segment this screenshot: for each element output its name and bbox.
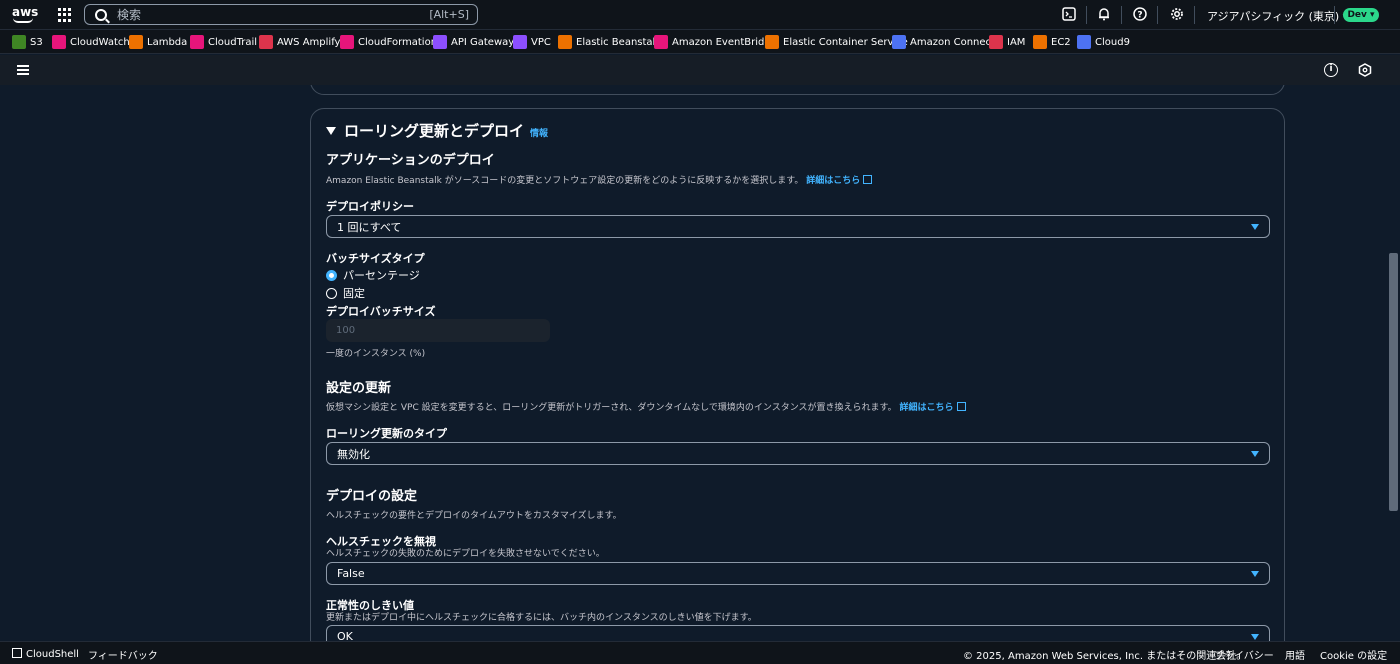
external-link-icon: [863, 175, 873, 184]
fav-cloudtrail[interactable]: CloudTrail: [190, 34, 257, 50]
fav-cloud9[interactable]: Cloud9: [1077, 34, 1130, 50]
config-update-description: 仮想マシン設定と VPC 設定を変更すると、ローリング更新がトリガーされ、ダウン…: [326, 400, 966, 413]
svg-text:?: ?: [1137, 11, 1142, 21]
fav-ec2[interactable]: EC2: [1033, 34, 1071, 50]
health-threshold-select[interactable]: OK: [326, 625, 1270, 641]
menu-hamburger-icon[interactable]: [17, 65, 29, 75]
s3-icon: [12, 35, 26, 49]
search-shortcut: [Alt+S]: [429, 8, 469, 21]
chevron-down-icon: [1251, 634, 1259, 640]
rolling-update-type-select[interactable]: 無効化: [326, 442, 1270, 465]
chevron-down-icon: [1251, 451, 1259, 457]
batch-size-type-label: バッチサイズタイプ: [326, 252, 425, 265]
cloudshell-icon: [12, 648, 22, 658]
fav-s3[interactable]: S3: [12, 34, 43, 50]
footer-cloudshell[interactable]: CloudShell: [12, 647, 79, 660]
cloudwatch-icon: [52, 35, 66, 49]
fav-elastic-beanstalk[interactable]: Elastic Beanstalk: [558, 34, 661, 50]
fav-vpc[interactable]: VPC: [513, 34, 551, 50]
top-navigation: aws 検索 [Alt+S] ? アジアパシフィック (東京) ▾ Dev ▾: [0, 0, 1400, 30]
app-deploy-learn-more-link[interactable]: 詳細はこちら: [806, 176, 860, 186]
connect-icon: [892, 35, 906, 49]
vpc-icon: [513, 35, 527, 49]
fav-iam[interactable]: IAM: [989, 34, 1025, 50]
ignore-health-check-description: ヘルスチェックの失敗のためにデプロイを失敗させないでください。: [326, 549, 605, 559]
hexagon-settings-icon[interactable]: [1358, 63, 1372, 77]
cloudformation-icon: [340, 35, 354, 49]
deploy-policy-label: デプロイポリシー: [326, 200, 414, 213]
deploy-batch-size-label: デプロイバッチサイズ: [326, 305, 436, 318]
account-badge[interactable]: Dev ▾: [1343, 8, 1379, 22]
settings-gear-icon[interactable]: [1169, 7, 1185, 23]
deploy-batch-size-input: 100: [326, 319, 550, 342]
lambda-icon: [129, 35, 143, 49]
fav-lambda[interactable]: Lambda: [129, 34, 187, 50]
deploy-settings-heading: デプロイの設定: [326, 489, 418, 504]
radio-fixed[interactable]: 固定: [326, 285, 365, 301]
footer-cookie-settings[interactable]: Cookie の設定: [1320, 647, 1387, 662]
beanstalk-icon: [558, 35, 572, 49]
footer-feedback[interactable]: フィードバック: [88, 647, 158, 662]
info-panel-icon[interactable]: i: [1324, 63, 1338, 77]
search-placeholder: 検索: [117, 8, 142, 22]
bell-icon[interactable]: [1096, 7, 1112, 23]
deploy-settings-description: ヘルスチェックの要件とデプロイのタイムアウトをカスタマイズします。: [326, 511, 622, 521]
ec2-icon: [1033, 35, 1047, 49]
health-threshold-description: 更新またはデプロイ中にヘルスチェックに合格するには、バッチ内のインスタンスのしき…: [326, 613, 757, 623]
cloudtrail-icon: [190, 35, 204, 49]
scrollbar-thumb[interactable]: [1389, 253, 1398, 511]
aws-logo-text: aws: [12, 5, 39, 19]
search-icon: [95, 8, 107, 21]
deploy-policy-select[interactable]: 1 回にすべて: [326, 215, 1270, 238]
config-update-learn-more-link[interactable]: 詳細はこちら: [900, 403, 954, 413]
search-input[interactable]: 検索 [Alt+S]: [84, 4, 478, 25]
ecs-icon: [765, 35, 779, 49]
page-scrollbar[interactable]: [1387, 85, 1400, 641]
region-selector[interactable]: アジアパシフィック (東京) ▾: [1207, 8, 1348, 24]
info-link[interactable]: 情報: [530, 126, 548, 139]
chevron-down-icon: [1251, 571, 1259, 577]
batch-size-hint: 一度のインスタンス (%): [326, 349, 426, 359]
previous-section-card: [310, 85, 1285, 95]
section-header[interactable]: ローリング更新とデプロイ 情報: [326, 120, 548, 141]
footer-terms[interactable]: 用語: [1285, 647, 1305, 662]
fav-ecs[interactable]: Elastic Container Service: [765, 34, 908, 50]
services-grid-icon[interactable]: [58, 8, 72, 22]
ignore-health-check-select[interactable]: False: [326, 562, 1270, 585]
collapse-triangle-icon: [326, 126, 336, 135]
cloudshell-icon[interactable]: [1061, 7, 1077, 23]
iam-icon: [989, 35, 1003, 49]
external-link-icon: [956, 402, 966, 411]
amplify-icon: [259, 35, 273, 49]
footer-copyright: © 2025, Amazon Web Services, Inc. またはその関…: [963, 651, 1247, 662]
page-toolbar: i: [0, 55, 1400, 85]
fav-amplify[interactable]: AWS Amplify: [259, 34, 340, 50]
help-icon[interactable]: ?: [1132, 7, 1148, 23]
footer: CloudShell フィードバック © 2025, Amazon Web Se…: [0, 641, 1400, 664]
fav-cloudwatch[interactable]: CloudWatch: [52, 34, 130, 50]
app-deploy-description: Amazon Elastic Beanstalk がソースコードの変更とソフトウ…: [326, 173, 873, 186]
footer-privacy[interactable]: プライバシー: [1214, 647, 1274, 662]
fav-amazon-connect[interactable]: Amazon Connect: [892, 34, 995, 50]
chevron-down-icon: [1251, 224, 1259, 230]
fav-api-gateway[interactable]: API Gateway: [433, 34, 514, 50]
api-gateway-icon: [433, 35, 447, 49]
eventbridge-icon: [654, 35, 668, 49]
fav-cloudformation[interactable]: CloudFormation: [340, 34, 437, 50]
app-deploy-heading: アプリケーションのデプロイ: [326, 153, 495, 168]
main-content: ローリング更新とデプロイ 情報 アプリケーションのデプロイ Amazon Ela…: [0, 85, 1387, 641]
cloud9-icon: [1077, 35, 1091, 49]
radio-selected-icon: [326, 269, 337, 281]
fav-eventbridge[interactable]: Amazon EventBridge: [654, 34, 777, 50]
rolling-update-type-label: ローリング更新のタイプ: [326, 427, 447, 440]
radio-percentage[interactable]: パーセンテージ: [326, 267, 420, 283]
favorites-bar: S3 CloudWatch Lambda CloudTrail AWS Ampl…: [0, 30, 1400, 54]
aws-logo[interactable]: aws: [12, 5, 39, 25]
rolling-update-section: ローリング更新とデプロイ 情報 アプリケーションのデプロイ Amazon Ela…: [310, 108, 1285, 641]
config-update-heading: 設定の更新: [326, 381, 392, 396]
section-title: ローリング更新とデプロイ: [344, 122, 525, 140]
radio-unselected-icon: [326, 287, 337, 299]
